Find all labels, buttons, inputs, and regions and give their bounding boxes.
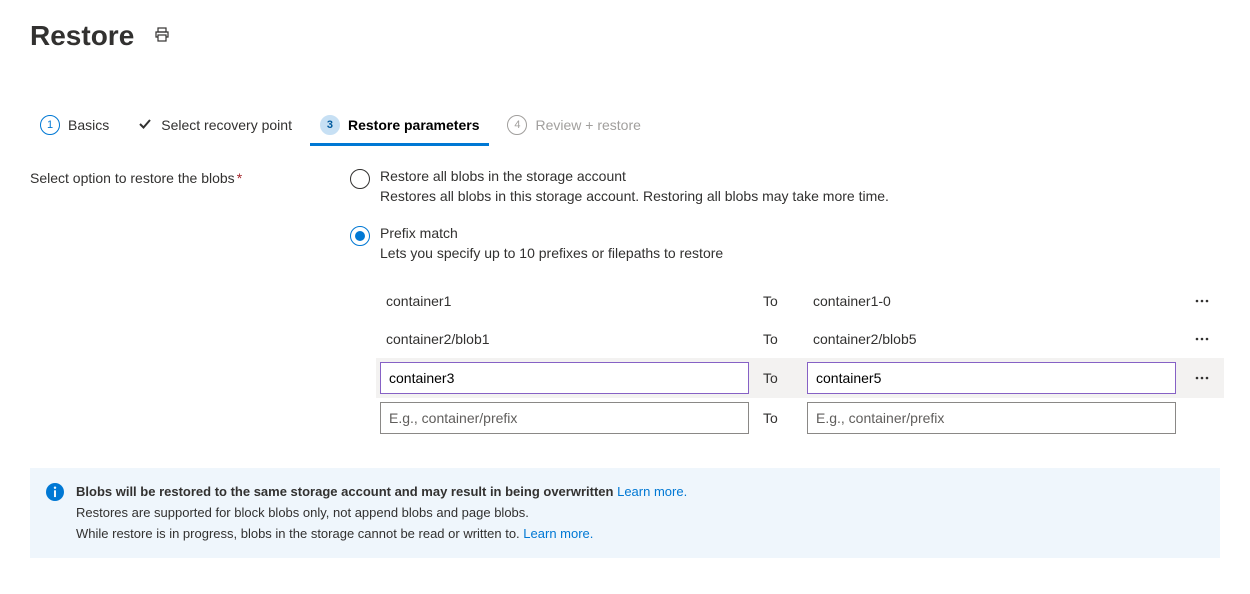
required-indicator: * [237, 170, 242, 186]
prefix-row: container2/blob1 To container2/blob5 [380, 320, 1220, 358]
tab-step-number: 1 [40, 115, 60, 135]
radio-icon [350, 169, 370, 189]
prefix-from-value: container1 [380, 293, 749, 309]
prefix-from-value: container2/blob1 [380, 331, 749, 347]
to-label: To [763, 331, 793, 347]
to-label: To [763, 410, 793, 426]
tab-label: Select recovery point [161, 117, 292, 133]
tab-recovery-point[interactable]: Select recovery point [127, 108, 302, 146]
prefix-to-value: container2/blob5 [807, 331, 1176, 347]
prefix-row: To [380, 398, 1220, 438]
tab-label: Basics [68, 117, 109, 133]
prefix-row: container1 To container1-0 [380, 282, 1220, 320]
info-text: Blobs will be restored to the same stora… [76, 482, 687, 544]
row-actions-button[interactable] [1190, 370, 1220, 386]
wizard-tabs: 1 Basics Select recovery point 3 Restore… [30, 107, 1220, 146]
row-actions-button[interactable] [1190, 331, 1220, 347]
radio-description: Lets you specify up to 10 prefixes or fi… [380, 243, 1220, 264]
tab-basics[interactable]: 1 Basics [30, 107, 119, 146]
info-icon [46, 482, 64, 504]
learn-more-link[interactable]: Learn more. [617, 484, 687, 499]
radio-icon [350, 226, 370, 246]
radio-description: Restores all blobs in this storage accou… [380, 186, 1220, 207]
prefix-from-input[interactable] [380, 402, 749, 434]
learn-more-link[interactable]: Learn more. [523, 526, 593, 541]
radio-option-prefix-match[interactable]: Prefix match Lets you specify up to 10 p… [350, 225, 1220, 264]
to-label: To [763, 293, 793, 309]
print-icon[interactable] [154, 27, 170, 46]
tab-review-restore[interactable]: 4 Review + restore [497, 107, 650, 146]
tab-label: Restore parameters [348, 117, 480, 133]
prefix-to-input[interactable] [807, 362, 1176, 394]
form-label: Select option to restore the blobs* [30, 168, 310, 186]
page-title: Restore [30, 20, 134, 52]
prefix-to-input[interactable] [807, 402, 1176, 434]
row-actions-button[interactable] [1190, 293, 1220, 309]
to-label: To [763, 370, 793, 386]
check-icon [137, 116, 153, 135]
tab-step-number: 3 [320, 115, 340, 135]
prefix-to-value: container1-0 [807, 293, 1176, 309]
prefix-from-input[interactable] [380, 362, 749, 394]
prefix-rows: container1 To container1-0 container2/bl… [380, 282, 1220, 438]
prefix-row: To [376, 358, 1224, 398]
tab-step-number: 4 [507, 115, 527, 135]
tab-restore-parameters[interactable]: 3 Restore parameters [310, 107, 490, 146]
tab-label: Review + restore [535, 117, 640, 133]
radio-title: Prefix match [380, 225, 1220, 241]
radio-option-restore-all[interactable]: Restore all blobs in the storage account… [350, 168, 1220, 207]
radio-title: Restore all blobs in the storage account [380, 168, 1220, 184]
info-banner: Blobs will be restored to the same stora… [30, 468, 1220, 558]
